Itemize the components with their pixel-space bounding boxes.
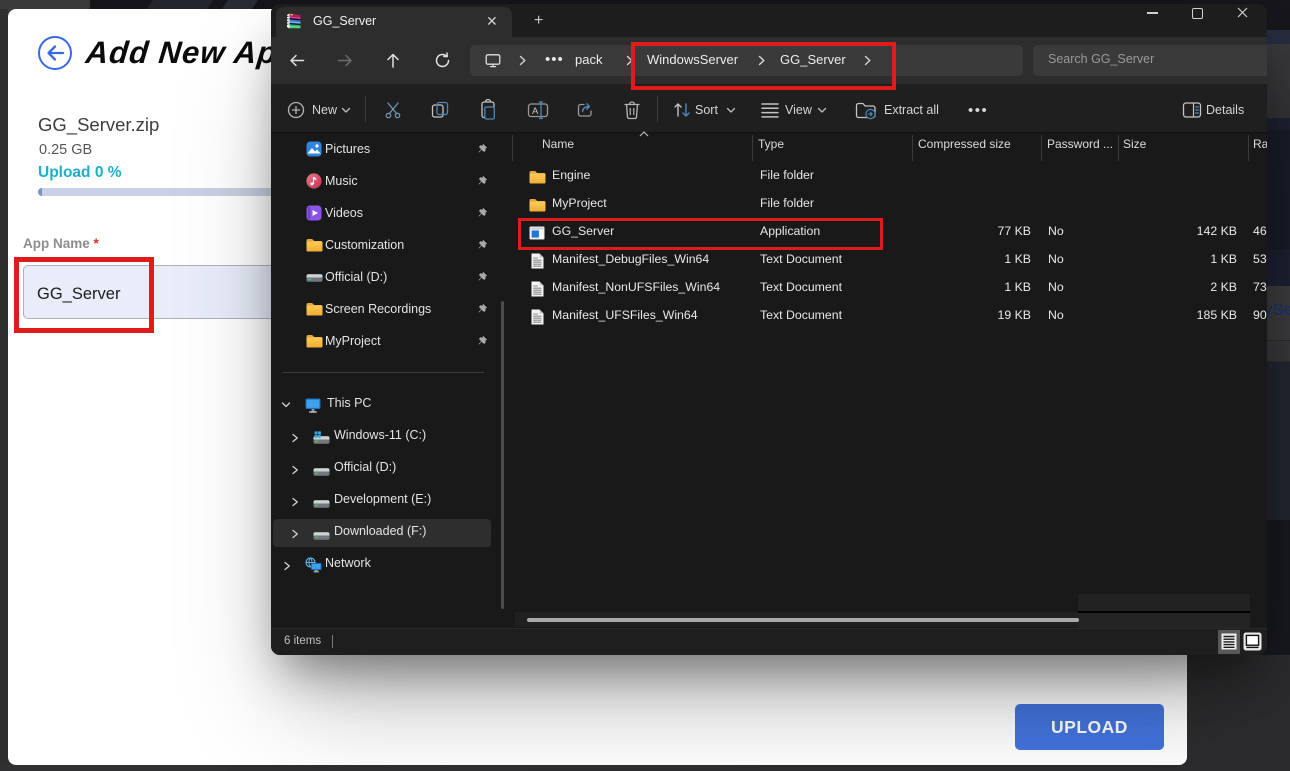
svg-text:A: A [532,106,539,117]
